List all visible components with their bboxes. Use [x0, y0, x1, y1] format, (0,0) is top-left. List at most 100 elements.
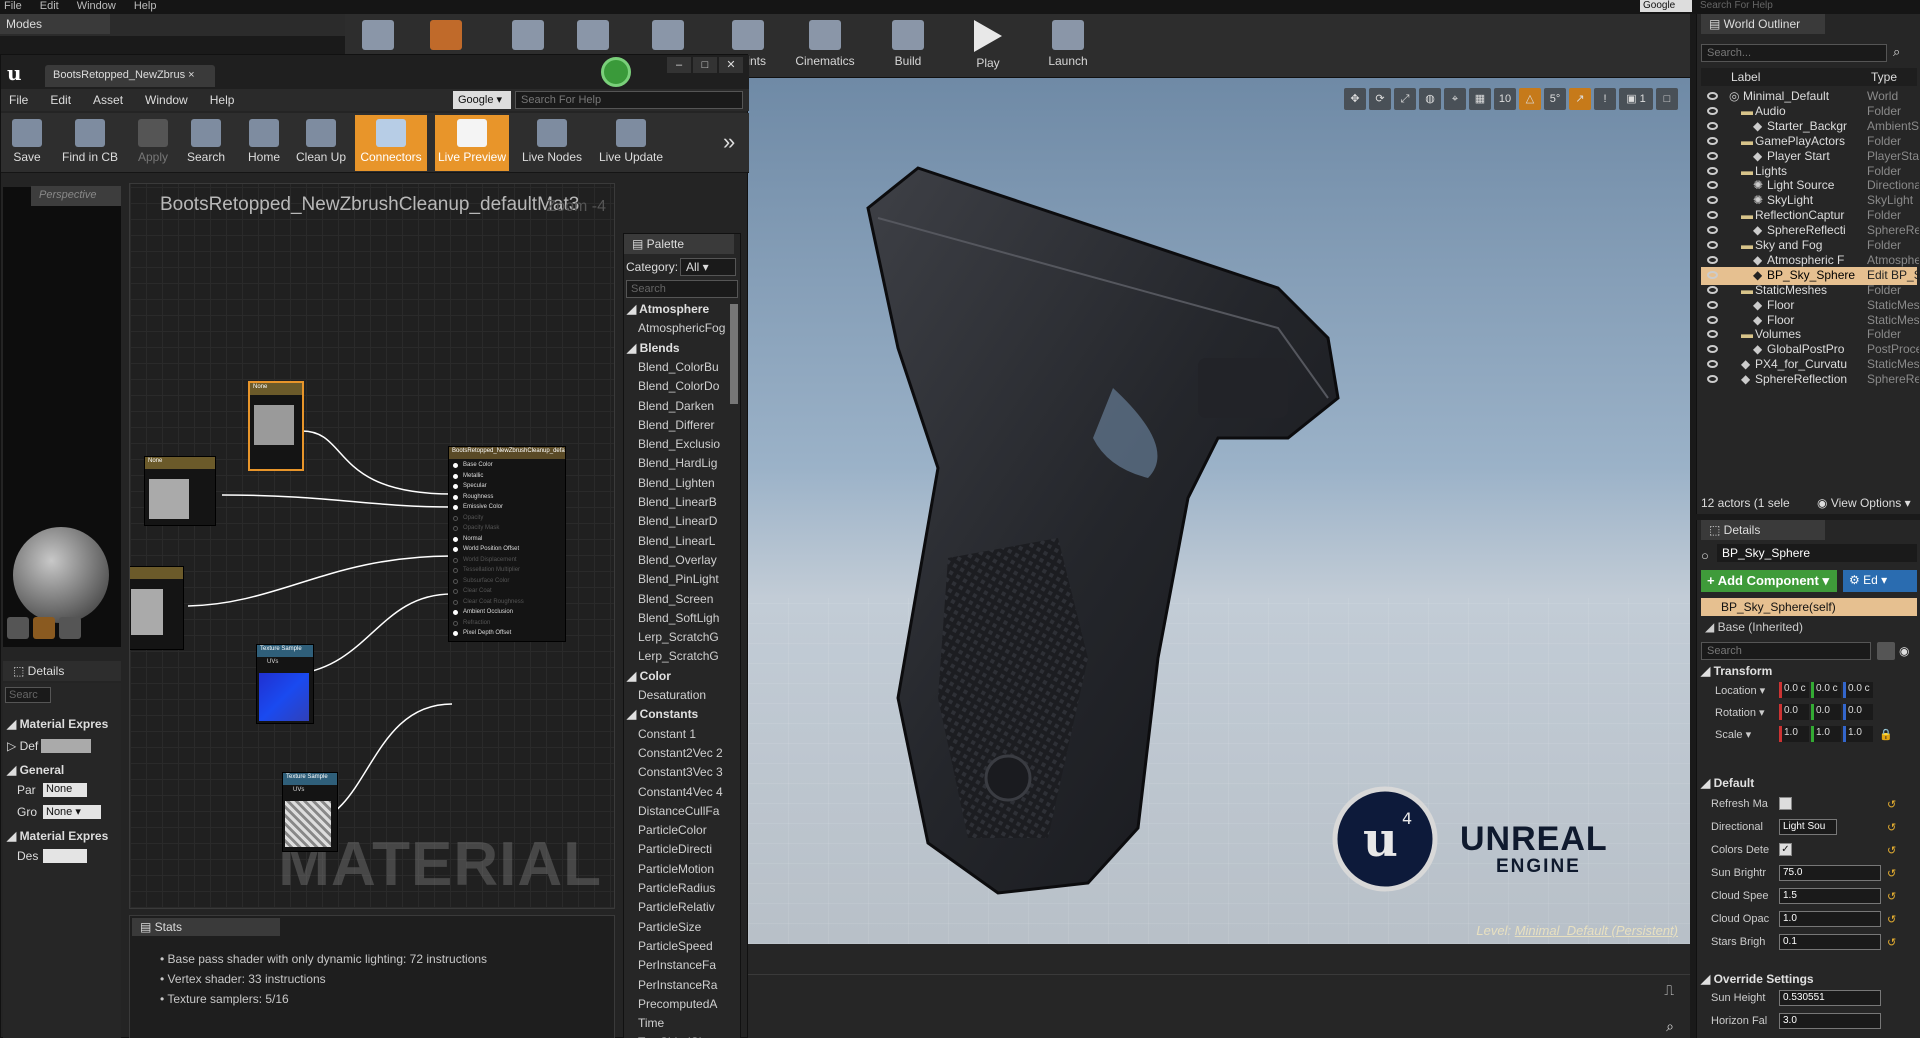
- actor-name-input[interactable]: BP_Sky_Sphere: [1717, 544, 1917, 562]
- apply-button[interactable]: Apply: [131, 115, 175, 171]
- palette-item[interactable]: ParticleSpeed: [638, 939, 734, 953]
- input-pin[interactable]: [453, 599, 458, 605]
- input-pin[interactable]: [453, 631, 458, 636]
- visibility-eye-icon[interactable]: [1707, 136, 1718, 145]
- palette-item[interactable]: Blend_Exclusio: [638, 437, 734, 451]
- details-search-input[interactable]: Search: [1701, 642, 1871, 660]
- palette-item[interactable]: Constant4Vec 4: [638, 785, 734, 799]
- palette-item[interactable]: PrecomputedA: [638, 997, 734, 1011]
- find-in-cb-button[interactable]: Find in CB: [55, 115, 125, 171]
- palette-item[interactable]: Blend_Screen: [638, 592, 734, 606]
- details-search-input[interactable]: Searc: [5, 687, 51, 703]
- modes-tab[interactable]: Modes: [0, 14, 110, 34]
- palette-category[interactable]: ◢ Color: [627, 669, 671, 683]
- translate-tool-icon[interactable]: ✥: [1344, 88, 1366, 110]
- minimize-icon[interactable]: –: [667, 57, 691, 73]
- input-pin[interactable]: [453, 589, 458, 594]
- palette-item[interactable]: Blend_LinearB: [638, 495, 734, 509]
- input-pin[interactable]: [453, 578, 458, 584]
- input-pin[interactable]: [453, 494, 458, 500]
- des-input[interactable]: [43, 849, 87, 863]
- scale-snap-value[interactable]: !: [1594, 88, 1616, 110]
- visibility-eye-icon[interactable]: [1707, 285, 1718, 294]
- visibility-eye-icon[interactable]: [1707, 300, 1718, 309]
- palette-item[interactable]: PerInstanceRa: [638, 978, 734, 992]
- scale-y[interactable]: 1.0: [1811, 726, 1841, 742]
- scale-z[interactable]: 1.0: [1843, 726, 1873, 742]
- palette-item[interactable]: Blend_LinearL: [638, 534, 734, 548]
- property-number-input[interactable]: 0.1: [1779, 934, 1881, 950]
- visibility-eye-icon[interactable]: [1707, 270, 1718, 279]
- visibility-eye-icon[interactable]: [1707, 241, 1718, 249]
- texture-sample-node-2[interactable]: Texture Sample UVs: [282, 772, 338, 852]
- source-control-status-icon[interactable]: [601, 57, 631, 87]
- stats-tab[interactable]: ▤ Stats: [132, 918, 280, 936]
- palette-scrollbar[interactable]: [730, 304, 738, 404]
- component-self-item[interactable]: BP_Sky_Sphere(self): [1701, 598, 1917, 616]
- menu-file[interactable]: File: [9, 89, 28, 111]
- live-preview-button[interactable]: Live Preview: [435, 115, 509, 171]
- property-number-input[interactable]: 1.0: [1779, 911, 1881, 927]
- section-general[interactable]: ◢ General: [7, 763, 64, 777]
- palette-item[interactable]: Blend_Darken: [638, 399, 734, 413]
- grid-size-value[interactable]: 10: [1494, 88, 1516, 110]
- palette-item[interactable]: Time: [638, 1016, 734, 1030]
- main-menu-edit[interactable]: Edit: [40, 0, 59, 14]
- visibility-eye-icon[interactable]: [1707, 315, 1718, 324]
- visibility-eye-icon[interactable]: [1707, 345, 1718, 354]
- add-component-button[interactable]: + Add Component ▾: [1701, 570, 1837, 592]
- palette-item[interactable]: Blend_Lighten: [638, 476, 734, 490]
- visibility-eye-icon[interactable]: [1707, 375, 1718, 384]
- details-tab[interactable]: ⬚ Details: [1701, 520, 1825, 540]
- search-icon[interactable]: ⌕: [1666, 1018, 1674, 1035]
- visibility-eye-icon[interactable]: [1707, 92, 1718, 100]
- search-button[interactable]: Search: [181, 115, 231, 171]
- main-menu-help[interactable]: Help: [134, 0, 157, 14]
- main-google-dropdown[interactable]: Google: [1640, 0, 1692, 12]
- palette-item[interactable]: Desaturation: [638, 688, 734, 702]
- maximize-viewport-icon[interactable]: □: [1656, 88, 1678, 110]
- connectors-button[interactable]: Connectors: [355, 115, 427, 171]
- property-number-input[interactable]: 1.5: [1779, 888, 1881, 904]
- par-input[interactable]: None: [43, 783, 87, 797]
- eye-icon[interactable]: ◉: [1899, 644, 1909, 658]
- scale-tool-icon[interactable]: ⤢: [1394, 88, 1416, 110]
- section-default[interactable]: ◢ Default: [1701, 776, 1754, 790]
- palette-item[interactable]: Constant2Vec 2: [638, 746, 734, 760]
- reset-arrow-icon[interactable]: ↺: [1887, 936, 1896, 949]
- visibility-eye-icon[interactable]: [1707, 106, 1718, 115]
- palette-item[interactable]: ParticleRadius: [638, 881, 734, 895]
- palette-item[interactable]: ParticleSize: [638, 920, 734, 934]
- input-pin[interactable]: [453, 515, 458, 521]
- location-y[interactable]: 0.0 c: [1811, 682, 1841, 698]
- palette-item[interactable]: PerInstanceFa: [638, 958, 734, 972]
- lock-icon[interactable]: 🔒: [1879, 728, 1893, 741]
- palette-item[interactable]: Blend_LinearD: [638, 514, 734, 528]
- outliner-row[interactable]: ◆ SphereReflection SphereRef: [1701, 371, 1919, 389]
- material-result-node[interactable]: BootsRetopped_NewZbrushCleanup_defaultMa…: [448, 446, 566, 642]
- input-pin[interactable]: [453, 484, 458, 489]
- input-pin[interactable]: [453, 473, 458, 479]
- visibility-eye-icon[interactable]: [1707, 151, 1718, 160]
- rotation-label[interactable]: Rotation ▾: [1715, 706, 1765, 719]
- visibility-eye-icon[interactable]: [1707, 196, 1718, 205]
- texture-sample-node-1[interactable]: Texture Sample UVs: [256, 644, 314, 724]
- reset-arrow-icon[interactable]: ↺: [1887, 913, 1896, 926]
- palette-tab[interactable]: ▤ Palette: [624, 234, 734, 254]
- visibility-eye-icon[interactable]: [1707, 166, 1718, 175]
- col-type[interactable]: Type: [1871, 70, 1897, 84]
- main-menu-file[interactable]: File: [4, 0, 22, 14]
- palette-item[interactable]: ParticleMotion: [638, 862, 734, 876]
- scale-label[interactable]: Scale ▾: [1715, 728, 1751, 741]
- google-dropdown[interactable]: Google ▾: [453, 91, 511, 109]
- view-options-button[interactable]: ◉ View Options ▾: [1817, 496, 1911, 510]
- property-number-input[interactable]: 0.530551: [1779, 990, 1881, 1006]
- palette-item[interactable]: Lerp_ScratchG: [638, 630, 734, 644]
- material-preview-viewport[interactable]: [3, 187, 121, 647]
- help-search-input[interactable]: Search For Help: [515, 91, 743, 109]
- rotation-x[interactable]: 0.0: [1779, 704, 1809, 720]
- palette-item[interactable]: AtmosphericFog: [638, 321, 734, 335]
- world-outliner-tab[interactable]: ▤ World Outliner: [1701, 14, 1825, 34]
- palette-item[interactable]: Blend_PinLight: [638, 572, 734, 586]
- location-z[interactable]: 0.0 c: [1843, 682, 1873, 698]
